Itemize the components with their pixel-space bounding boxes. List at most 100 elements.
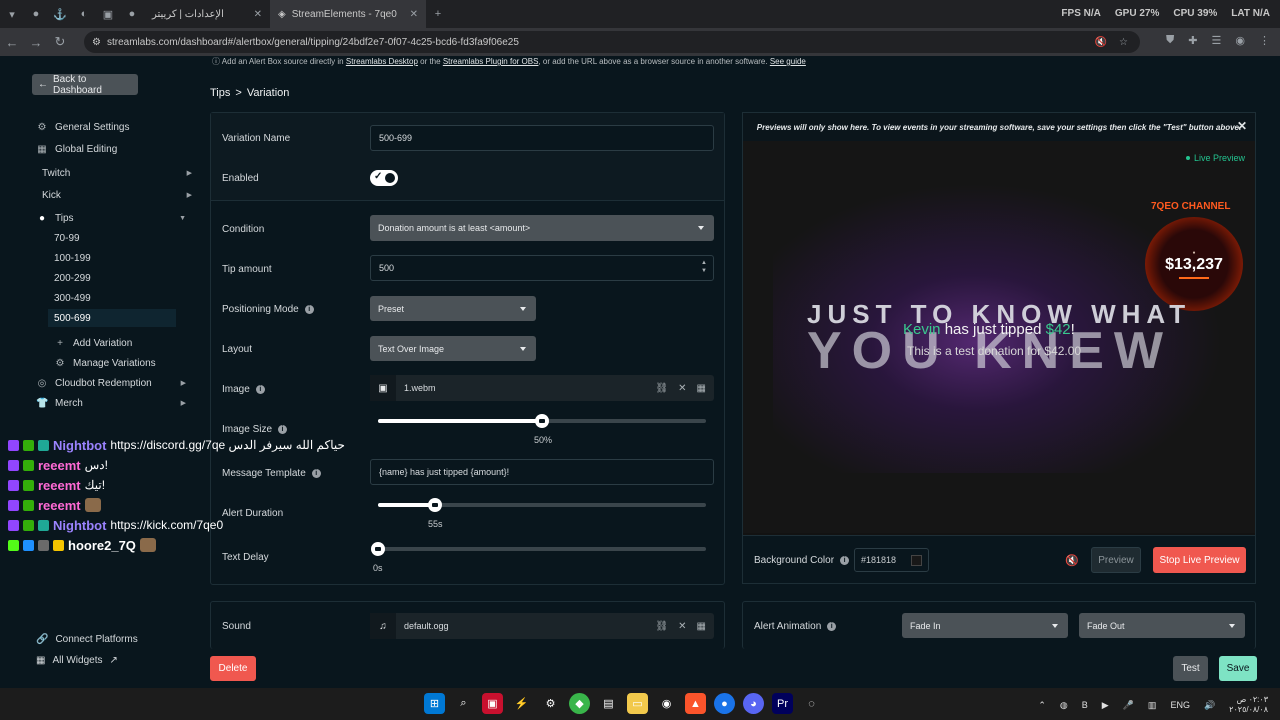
message-template-input[interactable]: {name} has just tipped {amount}! [370,459,714,485]
connect-platforms-link[interactable]: 🔗 Connect Platforms [36,634,138,645]
link-icon[interactable]: ⛓ [655,383,668,394]
breadcrumb-parent[interactable]: Tips [210,87,230,99]
new-tab-button[interactable]: + [426,0,450,28]
back-to-dashboard-button[interactable]: ← Back to Dashboard [32,74,138,96]
site-info-icon[interactable]: ⚙ [92,37,101,48]
bookmark-star-icon[interactable]: ☆ [1119,37,1128,48]
see-guide-link[interactable]: See guide [770,57,806,66]
info-icon[interactable]: i [278,425,288,434]
puzzle-icon[interactable]: ✚ [1188,34,1197,47]
animation-in-select[interactable]: Fade In [902,613,1068,638]
image-size-slider[interactable] [378,414,706,428]
close-icon[interactable]: ✕ [410,9,418,20]
add-variation-button[interactable]: + Add Variation [54,334,180,352]
obs-plugin-link[interactable]: Streamlabs Plugin for OBS [443,57,539,66]
app-icon[interactable]: ⚡ [511,693,532,714]
variation-name-input[interactable]: 500-699 [370,125,714,151]
kebab-menu-icon[interactable]: ⋮ [1259,34,1270,47]
sidebar-variation-100-199[interactable]: 100-199 [54,249,180,267]
app-icon[interactable]: ◌ [801,693,822,714]
all-widgets-link[interactable]: ▦ All Widgets ↗ [36,655,118,666]
chevron-up-icon[interactable]: ⌃ [1038,700,1046,711]
alert-duration-slider[interactable] [378,498,706,512]
close-icon[interactable]: ✕ [1237,119,1247,133]
enabled-toggle[interactable]: ✓ [370,170,398,186]
sidebar-item-kick[interactable]: Kick ▶ [42,186,192,204]
sidebar-variation-300-499[interactable]: 300-499 [54,289,180,307]
slider-thumb[interactable] [371,542,385,556]
info-icon[interactable]: i [304,305,314,314]
sidebar-item-tips[interactable]: ● Tips ▼ [36,209,186,227]
forward-arrow-icon[interactable]: → [24,35,48,50]
animation-out-select[interactable]: Fade Out [1079,613,1245,638]
windows-start-icon[interactable]: ⊞ [424,693,445,714]
sidebar-item-cloudbot[interactable]: ◎ Cloudbot Redemption ▶ [36,374,186,392]
pinned-tab-icon[interactable]: ◐ [72,0,96,28]
sidebar-icon[interactable]: ☰ [1212,34,1222,47]
shield-icon[interactable]: ⛊ [1166,34,1174,47]
stop-live-preview-button[interactable]: Stop Live Preview [1153,547,1246,573]
close-icon[interactable]: ✕ [678,383,686,394]
preview-button[interactable]: Preview [1091,547,1141,573]
pinned-tab-icon[interactable]: ▣ [96,0,120,28]
tray-app-icon[interactable]: B [1082,700,1088,710]
clock[interactable]: ٠٢:٠٣ ص ٢٠٢٥/٠٨/٠٨ [1229,695,1268,715]
info-icon[interactable]: i [311,469,321,478]
app-icon[interactable]: ▣ [482,693,503,714]
mute-icon[interactable]: 🔇 [1065,554,1079,567]
pinned-tab-icon[interactable]: ● [120,0,144,28]
slider-thumb[interactable] [428,498,443,512]
info-icon[interactable]: i [827,622,837,631]
url-field[interactable]: ⚙ streamlabs.com/dashboard#/alertbox/gen… [84,31,1140,53]
app-icon[interactable]: ◆ [569,693,590,714]
streamlabs-desktop-link[interactable]: Streamlabs Desktop [346,57,418,66]
sidebar-variation-500-699[interactable]: 500-699 [48,309,176,327]
settings-gear-icon[interactable]: ⚙ [540,693,561,714]
chrome-icon[interactable]: ● [714,693,735,714]
muted-icon[interactable]: 🔇 [1095,37,1107,48]
number-stepper-icon[interactable]: ▲ ▼ [701,259,707,275]
text-delay-slider[interactable] [371,542,706,556]
sidebar-variation-200-299[interactable]: 200-299 [54,269,180,287]
info-icon[interactable]: i [840,556,850,565]
pinned-tab-icon[interactable]: ⚓ [48,0,72,28]
background-color-input[interactable]: #181818 [854,548,929,572]
pinned-tab-icon[interactable]: ● [24,0,48,28]
grid-icon[interactable]: ▦ [697,383,706,394]
test-button[interactable]: Test [1173,656,1208,681]
language-indicator[interactable]: ENG [1170,700,1190,710]
slider-thumb[interactable] [535,414,549,428]
close-icon[interactable]: ✕ [678,621,686,632]
app-icon[interactable]: ▤ [598,693,619,714]
network-icon[interactable]: ▥ [1148,700,1157,711]
premiere-icon[interactable]: Pr [772,693,793,714]
back-arrow-icon[interactable]: ← [0,35,24,50]
microphone-icon[interactable]: 🎤 [1123,700,1134,711]
obs-icon[interactable]: ◉ [656,693,677,714]
color-swatch[interactable] [911,555,922,566]
sidebar-variation-70-99[interactable]: 70-99 [54,229,180,247]
delete-button[interactable]: Delete [210,656,256,681]
sidebar-item-twitch[interactable]: Twitch ▶ [42,164,192,182]
layout-select[interactable]: Text Over Image [370,336,536,361]
brave-icon[interactable]: ▲ [685,693,706,714]
search-icon[interactable]: ⌕ [453,693,474,714]
manage-variations-button[interactable]: ⚙ Manage Variations [54,354,180,372]
tab-streamelements[interactable]: ◈ StreamElements - 7qe0 ✕ [270,0,426,28]
link-icon[interactable]: ⛓ [655,621,668,632]
info-icon[interactable]: i [255,385,265,394]
avatar[interactable]: ◉ [1235,34,1245,47]
sidebar-item-general-settings[interactable]: ⚙ General Settings [36,118,186,136]
positioning-mode-select[interactable]: Preset [370,296,536,321]
close-icon[interactable]: ✕ [254,9,262,20]
play-icon[interactable]: ▶ [1102,700,1109,711]
grid-icon[interactable]: ▦ [697,621,706,632]
tip-amount-input[interactable]: 500 ▲ ▼ [370,255,714,281]
discord-icon[interactable]: ◕ [743,693,764,714]
sidebar-item-merch[interactable]: 👕 Merch ▶ [36,394,186,412]
tab-creator-settings[interactable]: الإعدادات | كرييتر ✕ [144,0,270,28]
tray-app-icon[interactable]: ◍ [1060,700,1068,711]
save-button[interactable]: Save [1219,656,1257,681]
tab-search-icon[interactable]: ▾ [0,0,24,28]
file-explorer-icon[interactable]: ▭ [627,693,648,714]
